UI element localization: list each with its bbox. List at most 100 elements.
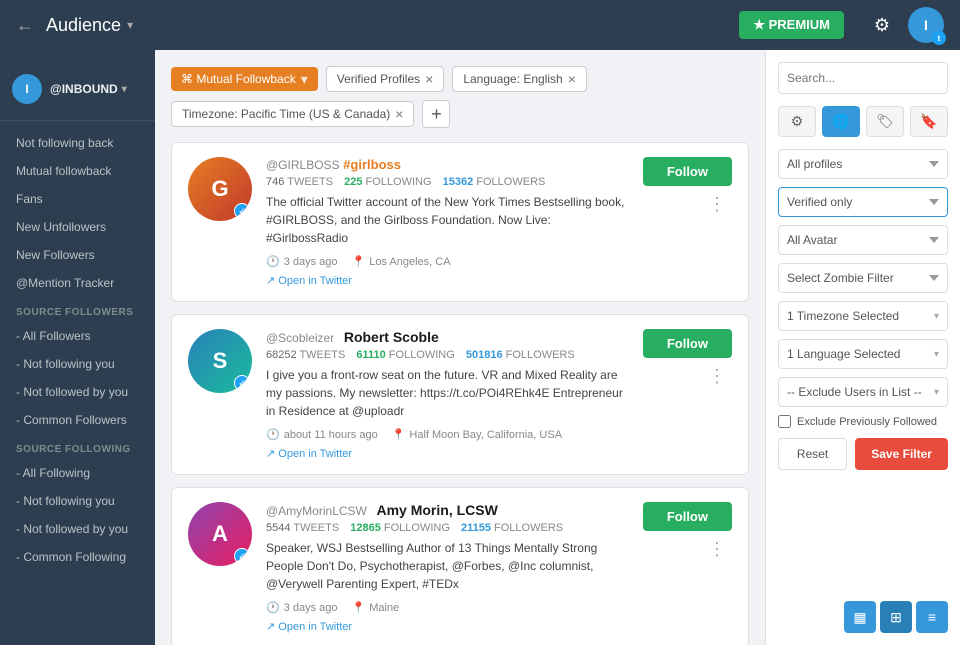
open-twitter-link[interactable]: ↗ Open in Twitter bbox=[266, 621, 352, 633]
action-row: Reset Save Filter bbox=[778, 438, 948, 470]
settings-icon-button[interactable]: ⚙ bbox=[864, 7, 900, 43]
exclude-list-caret-icon: ▾ bbox=[934, 387, 939, 398]
zombie-filter-select[interactable]: Select Zombie Filter bbox=[778, 263, 948, 293]
list-view-button[interactable]: ≡ bbox=[916, 601, 948, 633]
sidebar-item-not-following-back[interactable]: Not following back bbox=[0, 129, 155, 157]
time-icon: 🕐 about 11 hours ago bbox=[266, 428, 378, 441]
top-nav: ← Audience ▾ ★ PREMIUM ⚙ I t bbox=[0, 0, 960, 50]
profile-card-girlboss: G ✓ @GIRLBOSS #girlboss 746 TWEETS 225 F… bbox=[171, 142, 749, 302]
sidebar-item-common-followers[interactable]: - Common Followers bbox=[0, 406, 155, 434]
profile-meta: 🕐 about 11 hours ago 📍 Half Moon Bay, Ca… bbox=[266, 428, 629, 441]
open-twitter-link[interactable]: ↗ Open in Twitter bbox=[266, 275, 352, 287]
profile-avatar-scobleizer: S ✓ bbox=[188, 329, 252, 393]
language-dropdown[interactable]: 1 Language Selected ▾ bbox=[778, 339, 948, 369]
profile-bio: I give you a front-row seat on the futur… bbox=[266, 366, 629, 420]
verified-badge: ✓ bbox=[234, 375, 250, 391]
timezone-caret-icon: ▾ bbox=[934, 311, 939, 322]
sidebar-item-not-followed-by-you[interactable]: - Not followed by you bbox=[0, 378, 155, 406]
sidebar-item-new-followers[interactable]: New Followers bbox=[0, 241, 155, 269]
search-box: 🔍 bbox=[778, 62, 948, 94]
verified-close-icon[interactable]: × bbox=[425, 72, 433, 86]
avatar[interactable]: I t bbox=[908, 7, 944, 43]
verified-only-select[interactable]: Verified only bbox=[778, 187, 948, 217]
main-content: ⌘ Mutual Followback ▾ Verified Profiles … bbox=[155, 50, 765, 645]
follow-button-girlboss[interactable]: Follow bbox=[643, 157, 732, 186]
filter-bar: ⌘ Mutual Followback ▾ Verified Profiles … bbox=[171, 66, 749, 128]
add-filter-button[interactable]: + bbox=[422, 100, 450, 128]
open-twitter-link[interactable]: ↗ Open in Twitter bbox=[266, 448, 352, 460]
verified-badge: ✓ bbox=[234, 548, 250, 564]
exclude-previously-followed-checkbox[interactable] bbox=[778, 415, 791, 428]
source-following-section: SOURCE FOLLOWING bbox=[0, 434, 155, 459]
more-options-button-amymorin[interactable]: ⋮ bbox=[702, 537, 732, 562]
filter-icon-tag[interactable]: 🏷 bbox=[866, 106, 904, 137]
view-toggle: ▦ ⊞ ≡ bbox=[844, 601, 948, 633]
audience-caret[interactable]: ▾ bbox=[127, 18, 133, 32]
profile-stats: 746 TWEETS 225 FOLLOWING 15362 FOLLOWERS bbox=[266, 176, 629, 188]
mutual-followback-close-icon[interactable]: ▾ bbox=[301, 72, 308, 86]
location-icon: 📍 Los Angeles, CA bbox=[352, 255, 451, 268]
search-input[interactable] bbox=[779, 64, 948, 92]
profile-avatar-amymorin: A ✓ bbox=[188, 502, 252, 566]
bar-view-button[interactable]: ▦ bbox=[844, 601, 876, 633]
filter-icon-globe[interactable]: 🌐 bbox=[822, 106, 860, 137]
twitter-badge: t bbox=[932, 31, 946, 45]
filter-icon-bookmark[interactable]: 🔖 bbox=[910, 106, 948, 137]
sidebar-username: @INBOUND ▾ bbox=[50, 82, 127, 96]
location-icon: 📍 Maine bbox=[352, 601, 400, 614]
location-icon: 📍 Half Moon Bay, California, USA bbox=[392, 428, 562, 441]
profile-handle: @AmyMorinLCSW bbox=[266, 504, 367, 518]
profile-bio: The official Twitter account of the New … bbox=[266, 193, 629, 247]
profile-name: Amy Morin, LCSW bbox=[376, 502, 497, 518]
sidebar-item-all-following[interactable]: - All Following bbox=[0, 459, 155, 487]
timezone-filter[interactable]: Timezone: Pacific Time (US & Canada) × bbox=[171, 101, 414, 127]
profile-bio: Speaker, WSJ Bestselling Author of 13 Th… bbox=[266, 539, 629, 593]
profile-handle: @Scobleizer bbox=[266, 331, 334, 345]
more-options-button-scobleizer[interactable]: ⋮ bbox=[702, 364, 732, 389]
profile-handle: @GIRLBOSS bbox=[266, 158, 340, 172]
exclude-previously-followed-row: Exclude Previously Followed bbox=[778, 415, 948, 428]
sidebar-item-not-following-you[interactable]: - Not following you bbox=[0, 350, 155, 378]
premium-button[interactable]: ★ PREMIUM bbox=[739, 11, 844, 39]
back-button[interactable]: ← bbox=[16, 15, 34, 36]
source-followers-section: SOURCE FOLLOWERS bbox=[0, 297, 155, 322]
profile-card-scobleizer: S ✓ @Scobleizer Robert Scoble 68252 TWEE… bbox=[171, 314, 749, 475]
timezone-close-icon[interactable]: × bbox=[395, 107, 403, 121]
language-caret-icon: ▾ bbox=[934, 349, 939, 360]
sidebar-item-fans[interactable]: Fans bbox=[0, 185, 155, 213]
sidebar-item-new-unfollowers[interactable]: New Unfollowers bbox=[0, 213, 155, 241]
sidebar-user[interactable]: I @INBOUND ▾ bbox=[0, 66, 155, 121]
save-filter-button[interactable]: Save Filter bbox=[855, 438, 948, 470]
sidebar-item-common-following[interactable]: - Common Following bbox=[0, 543, 155, 571]
follow-button-scobleizer[interactable]: Follow bbox=[643, 329, 732, 358]
reset-button[interactable]: Reset bbox=[778, 438, 847, 470]
exclude-previously-followed-label[interactable]: Exclude Previously Followed bbox=[797, 416, 937, 428]
language-filter[interactable]: Language: English × bbox=[452, 66, 587, 92]
mutual-followback-filter[interactable]: ⌘ Mutual Followback ▾ bbox=[171, 67, 318, 91]
sidebar-item-mutual-followback[interactable]: Mutual followback bbox=[0, 157, 155, 185]
filter-icons: ⚙ 🌐 🏷 🔖 bbox=[778, 106, 948, 137]
follow-button-amymorin[interactable]: Follow bbox=[643, 502, 732, 531]
exclude-list-dropdown[interactable]: -- Exclude Users in List -- ▾ bbox=[778, 377, 948, 407]
grid-view-button[interactable]: ⊞ bbox=[880, 601, 912, 633]
sidebar-item-not-followed-by-you2[interactable]: - Not followed by you bbox=[0, 515, 155, 543]
time-icon: 🕐 3 days ago bbox=[266, 601, 338, 614]
profile-meta: 🕐 3 days ago 📍 Maine bbox=[266, 601, 629, 614]
sidebar-item-not-following-you2[interactable]: - Not following you bbox=[0, 487, 155, 515]
profile-stats: 68252 TWEETS 61110 FOLLOWING 501816 FOLL… bbox=[266, 349, 629, 361]
verified-profiles-filter[interactable]: Verified Profiles × bbox=[326, 66, 445, 92]
sidebar-item-all-followers[interactable]: - All Followers bbox=[0, 322, 155, 350]
all-profiles-select[interactable]: All profiles bbox=[778, 149, 948, 179]
all-avatar-select[interactable]: All Avatar bbox=[778, 225, 948, 255]
sidebar-item-mention-tracker[interactable]: @Mention Tracker bbox=[0, 269, 155, 297]
profile-stats: 5544 TWEETS 12865 FOLLOWING 21155 FOLLOW… bbox=[266, 522, 629, 534]
profile-hashtag: #girlboss bbox=[343, 157, 401, 172]
more-options-button-girlboss[interactable]: ⋮ bbox=[702, 192, 732, 217]
timezone-dropdown[interactable]: 1 Timezone Selected ▾ bbox=[778, 301, 948, 331]
language-close-icon[interactable]: × bbox=[568, 72, 576, 86]
verified-badge: ✓ bbox=[234, 203, 250, 219]
profile-meta: 🕐 3 days ago 📍 Los Angeles, CA bbox=[266, 255, 629, 268]
right-panel: 🔍 ⚙ 🌐 🏷 🔖 All profiles Verified only All… bbox=[765, 50, 960, 645]
sidebar-avatar: I bbox=[12, 74, 42, 104]
filter-icon-sliders[interactable]: ⚙ bbox=[778, 106, 816, 137]
